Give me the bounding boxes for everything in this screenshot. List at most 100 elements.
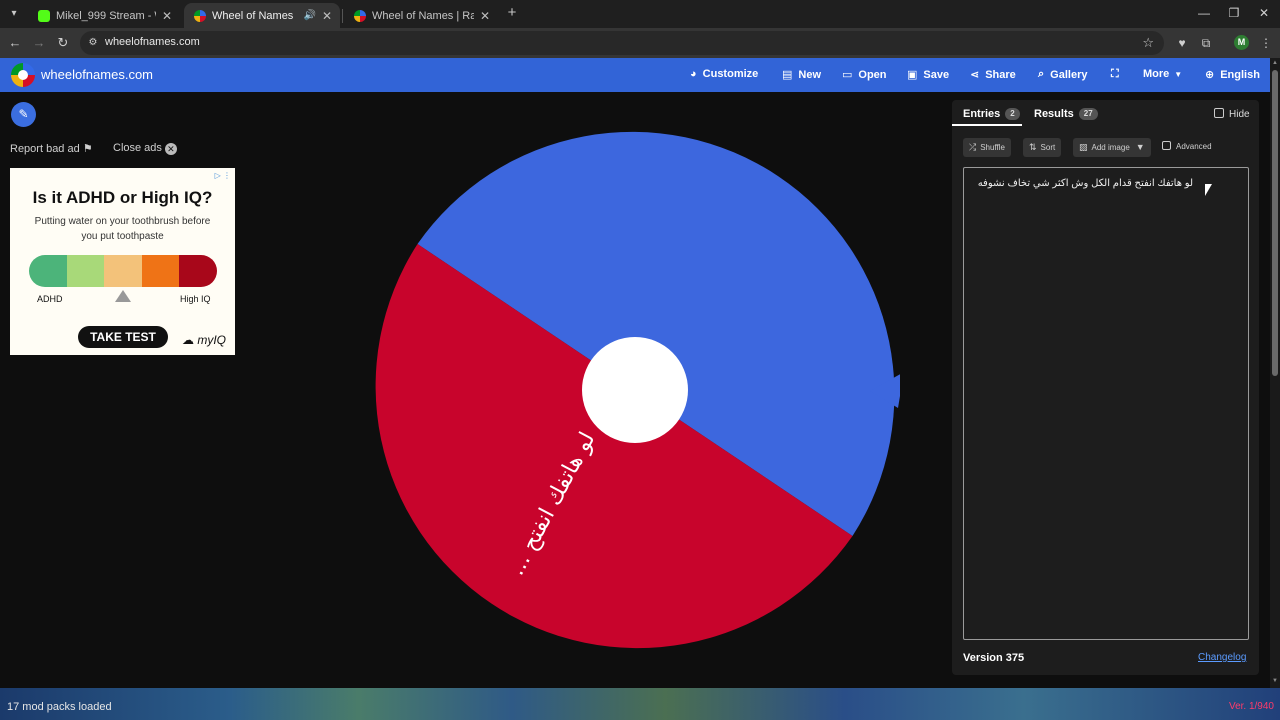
edit-pencil-button[interactable]: ✎ bbox=[11, 102, 36, 127]
ad-headline: Is it ADHD or High IQ? bbox=[32, 188, 213, 207]
adchoices-icon[interactable]: ▷ ⋮ bbox=[215, 171, 231, 180]
active-tab-indicator bbox=[952, 124, 1022, 126]
nav-gallery[interactable]: ⌕ Gallery bbox=[1038, 68, 1087, 81]
entries-panel: Entries 2 Results 27 Hide ⤮ Shuffle ⇅ Sort ▨… bbox=[952, 100, 1259, 675]
chevron-down-icon: ▼ bbox=[1174, 69, 1183, 79]
checkbox-icon[interactable] bbox=[1214, 108, 1224, 118]
scale-label-left: ADHD bbox=[37, 294, 63, 304]
profile-avatar[interactable]: M bbox=[1234, 35, 1249, 50]
tab-title: Wheel of Names | Random nam bbox=[372, 9, 474, 22]
minimize-icon[interactable]: — bbox=[1196, 5, 1212, 21]
tab-entries[interactable]: Entries 2 bbox=[963, 108, 1020, 120]
sort-icon: ⇅ bbox=[1029, 142, 1037, 152]
nav-language[interactable]: ⊕ English bbox=[1205, 68, 1260, 82]
speaker-icon[interactable]: 🔊 bbox=[303, 10, 315, 21]
sort-button[interactable]: ⇅ Sort bbox=[1023, 138, 1062, 157]
back-icon[interactable]: ← bbox=[6, 34, 24, 52]
scale-segment bbox=[179, 255, 217, 287]
advertisement[interactable]: ▷ ⋮ Is it ADHD or High IQ? Putting water… bbox=[10, 168, 235, 355]
close-window-icon[interactable]: ✕ bbox=[1256, 5, 1272, 21]
close-ads-button[interactable]: Close ads ✕ bbox=[113, 142, 177, 155]
browser-tab-wheel[interactable]: Wheel of Names | Random nam ✕ bbox=[344, 3, 498, 28]
restore-icon[interactable]: ❐ bbox=[1226, 5, 1242, 21]
address-bar[interactable]: ⚙ wheelofnames.com ☆ bbox=[80, 31, 1164, 55]
scale-segment bbox=[141, 255, 180, 287]
nav-more[interactable]: More ▼ bbox=[1143, 68, 1182, 80]
palette-icon: ◕ bbox=[690, 68, 697, 80]
take-test-button[interactable]: TAKE TEST bbox=[78, 326, 168, 348]
ad-body-text: Putting water on your toothbrush before … bbox=[34, 216, 211, 242]
reload-icon[interactable]: ↻ bbox=[54, 34, 72, 52]
scale-segment bbox=[29, 255, 67, 287]
wheel-center-hub[interactable] bbox=[582, 337, 688, 443]
folder-icon: ▭ bbox=[842, 69, 853, 81]
scrollbar-thumb[interactable] bbox=[1272, 70, 1278, 376]
image-icon: ▨ bbox=[1079, 142, 1088, 152]
share-icon: ⋖ bbox=[970, 69, 980, 81]
changelog-link[interactable]: Changelog bbox=[1198, 652, 1246, 663]
shuffle-icon: ⤮ bbox=[969, 142, 977, 152]
close-tab-icon[interactable]: ✕ bbox=[322, 9, 332, 23]
pencil-icon: ✎ bbox=[18, 107, 29, 121]
mods-loaded-text: 17 mod packs loaded bbox=[7, 701, 112, 713]
checkbox-icon[interactable] bbox=[1162, 141, 1171, 150]
hide-checkbox[interactable]: Hide bbox=[1214, 108, 1250, 120]
mouse-cursor-icon bbox=[1205, 184, 1212, 196]
browser-menu-icon[interactable]: ⋮ bbox=[1258, 35, 1274, 51]
add-image-button[interactable]: ▨ Add image ▼ bbox=[1073, 138, 1151, 157]
nav-new[interactable]: ▤ New bbox=[782, 68, 821, 82]
advanced-checkbox[interactable]: Advanced bbox=[1162, 141, 1212, 151]
extensions-puzzle-icon[interactable]: ⧉ bbox=[1198, 35, 1214, 51]
wheel-logo-icon[interactable] bbox=[11, 63, 35, 87]
forward-icon[interactable]: → bbox=[30, 34, 48, 52]
file-icon: ▤ bbox=[782, 69, 793, 81]
brand-name[interactable]: wheelofnames.com bbox=[41, 67, 153, 82]
flag-icon: ⚑ bbox=[82, 143, 93, 155]
url-text: wheelofnames.com bbox=[105, 36, 200, 48]
spin-wheel[interactable]: لو هاتفك انفتح ... bbox=[370, 125, 900, 655]
save-icon: ▣ bbox=[907, 69, 918, 81]
nav-open[interactable]: ▭ Open bbox=[842, 68, 887, 82]
browser-tab-wheel-active[interactable]: Wheel of Names | Random 🔊 ✕ bbox=[184, 3, 340, 28]
tab-title: Mikel_999 Stream - Watch Live bbox=[56, 9, 156, 22]
close-icon: ✕ bbox=[164, 143, 177, 155]
wheel-favicon-icon bbox=[194, 9, 206, 22]
close-tab-icon[interactable]: ✕ bbox=[480, 9, 490, 23]
site-info-icon[interactable]: ⚙ bbox=[86, 36, 100, 50]
scale-segment bbox=[66, 255, 105, 287]
kick-favicon-icon bbox=[38, 9, 50, 22]
nav-share[interactable]: ⋖ Share bbox=[970, 68, 1016, 82]
page-scrollbar[interactable]: ▲ ▼ bbox=[1270, 58, 1280, 688]
chevron-down-icon: ▼ bbox=[1135, 142, 1145, 152]
entries-count-badge: 2 bbox=[1005, 108, 1020, 120]
report-bad-ad-link[interactable]: Report bad ad ⚑ bbox=[10, 142, 93, 155]
globe-icon: ⊕ bbox=[1205, 69, 1215, 81]
site-header: wheelofnames.com ◕ Customize ▤ New ▭ Open ▣… bbox=[0, 58, 1270, 92]
fullscreen-icon: ⛶ bbox=[1111, 68, 1119, 80]
shuffle-button[interactable]: ⤮ Shuffle bbox=[963, 138, 1011, 157]
scroll-down-icon[interactable]: ▼ bbox=[1272, 678, 1278, 684]
bookmark-star-icon[interactable]: ☆ bbox=[1142, 35, 1154, 51]
extension-heart-icon[interactable]: ♥ bbox=[1174, 35, 1190, 51]
game-overlay-bar: 17 mod packs loaded Ver. 1/940 bbox=[0, 688, 1280, 720]
tab-search-chevron-icon[interactable]: ▾ bbox=[5, 5, 23, 23]
overlay-version-text: Ver. 1/940 bbox=[1228, 701, 1274, 712]
nav-fullscreen[interactable]: ⛶ bbox=[1111, 68, 1125, 81]
entries-textarea[interactable]: لو هاتفك انفتح قدام الكل وش اكثر شي تخاف… bbox=[963, 167, 1249, 640]
nav-save[interactable]: ▣ Save bbox=[907, 68, 949, 82]
brain-icon: ☁ bbox=[182, 333, 198, 347]
scroll-up-icon[interactable]: ▲ bbox=[1272, 60, 1278, 66]
close-tab-icon[interactable]: ✕ bbox=[162, 9, 172, 23]
ad-brand: ☁ myIQ bbox=[182, 333, 227, 347]
browser-tab-strip: ▾ Mikel_999 Stream - Watch Live ✕ Wheel … bbox=[0, 0, 1280, 28]
new-tab-icon[interactable]: + bbox=[504, 5, 520, 21]
entry-line[interactable]: لو هاتفك انفتح قدام الكل وش اكثر شي تخاف… bbox=[978, 178, 1193, 189]
wheel-favicon-icon bbox=[354, 9, 366, 22]
scale-marker-icon bbox=[115, 290, 131, 302]
ad-color-scale bbox=[29, 255, 217, 287]
nav-customize[interactable]: ◕ Customize bbox=[690, 68, 758, 80]
browser-tab-stream[interactable]: Mikel_999 Stream - Watch Live ✕ bbox=[28, 3, 180, 28]
tab-results[interactable]: Results 27 bbox=[1034, 108, 1098, 120]
version-label: Version 375 bbox=[963, 652, 1025, 664]
tab-divider bbox=[342, 9, 343, 23]
